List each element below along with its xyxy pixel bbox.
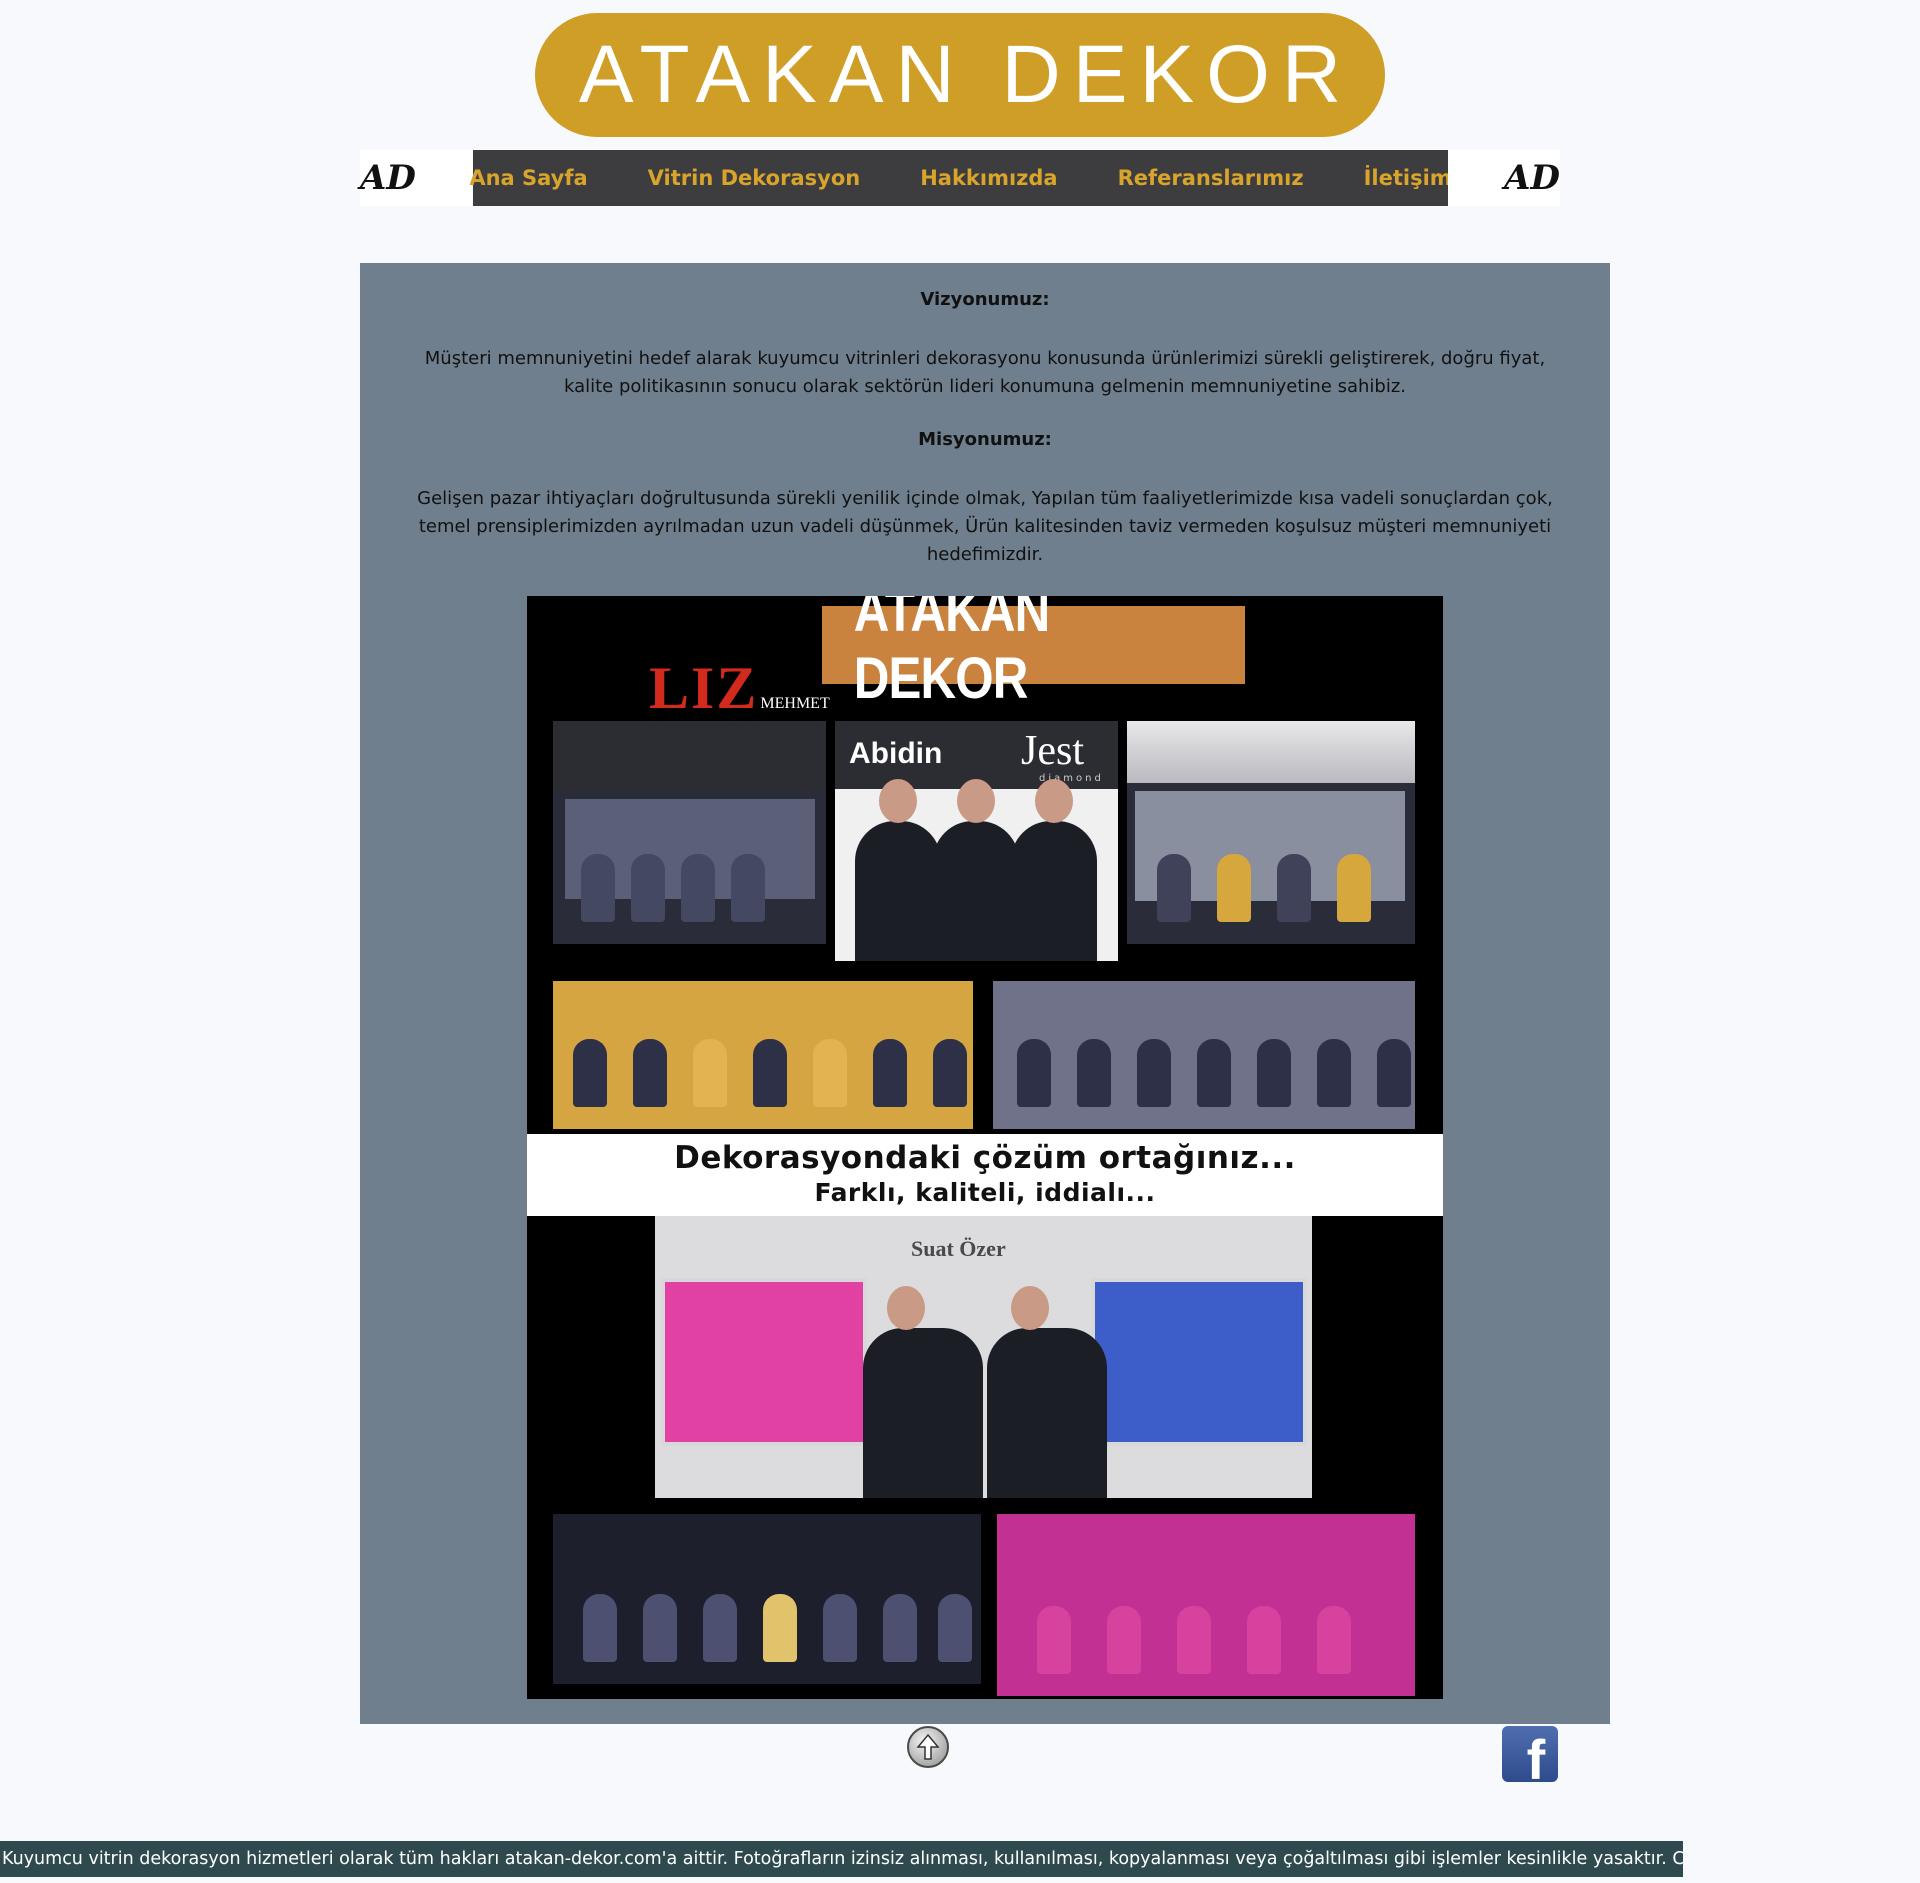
promo-tagline-main: Dekorasyondaki çözüm ortağınız... — [674, 1140, 1296, 1176]
store-sign-jest: Jest — [1021, 728, 1084, 774]
facebook-icon: f — [1526, 1728, 1546, 1783]
store-sign-abidin: Abidin — [849, 737, 943, 770]
liz-logo: LIZ MEHMET — [649, 655, 830, 721]
nav-item-referanslarimiz[interactable]: Referanslarımız — [1088, 166, 1334, 190]
nav-item-hakkimizda[interactable]: Hakkımızda — [890, 166, 1087, 190]
showcase-photo-2 — [1127, 721, 1415, 944]
promo-tagline-band: Dekorasyondaki çözüm ortağınız... Farklı… — [527, 1134, 1443, 1216]
footer-copyright: Kuyumcu vitrin dekorasyon hizmetleri ola… — [0, 1841, 1683, 1877]
showcase-photo-6 — [997, 1514, 1415, 1696]
mission-text: Gelişen pazar ihtiyaçları doğrultusunda … — [417, 488, 1553, 565]
promo-tagline-sub: Farklı, kaliteli, iddialı... — [814, 1178, 1156, 1207]
mission-title: Misyonumuz: — [918, 429, 1052, 450]
showcase-photo-3 — [553, 981, 973, 1129]
showcase-photo-5 — [553, 1514, 981, 1684]
vision-text: Müşteri memnuniyetini hedef alarak kuyum… — [424, 348, 1546, 397]
nav-item-ana-sayfa[interactable]: Ana Sayfa — [439, 166, 617, 190]
nav-item-vitrin-dekorasyon[interactable]: Vitrin Dekorasyon — [618, 166, 891, 190]
vision-title: Vizyonumuz: — [920, 289, 1050, 310]
showcase-photo-4 — [993, 981, 1415, 1129]
about-content-panel: Vizyonumuz: Müşteri memnuniyetini hedef … — [360, 263, 1610, 1724]
showroom-people-photo-1: Abidin Jest diamond — [835, 721, 1118, 961]
promo-brand-banner: ATAKAN DEKOR — [822, 596, 1245, 711]
showcase-photo-1 — [553, 721, 826, 944]
scroll-to-top-button[interactable] — [907, 1726, 949, 1768]
main-navigation: Ana Sayfa Vitrin Dekorasyon Hakkımızda R… — [469, 150, 1452, 206]
facebook-link[interactable]: f — [1502, 1726, 1558, 1782]
site-logo[interactable]: ATAKAN DEKOR — [535, 13, 1385, 137]
promo-poster-image: LIZ MEHMET ATAKAN DEKOR Abidin Jest diam… — [527, 596, 1443, 1699]
arrow-up-icon — [916, 1733, 940, 1760]
ad-monogram-right: AD — [1448, 150, 1560, 206]
showroom-people-photo-2: Suat Özer — [655, 1216, 1312, 1498]
site-logo-text: ATAKAN DEKOR — [578, 29, 1354, 120]
store-sign-suat-ozer: Suat Özer — [911, 1236, 1006, 1261]
